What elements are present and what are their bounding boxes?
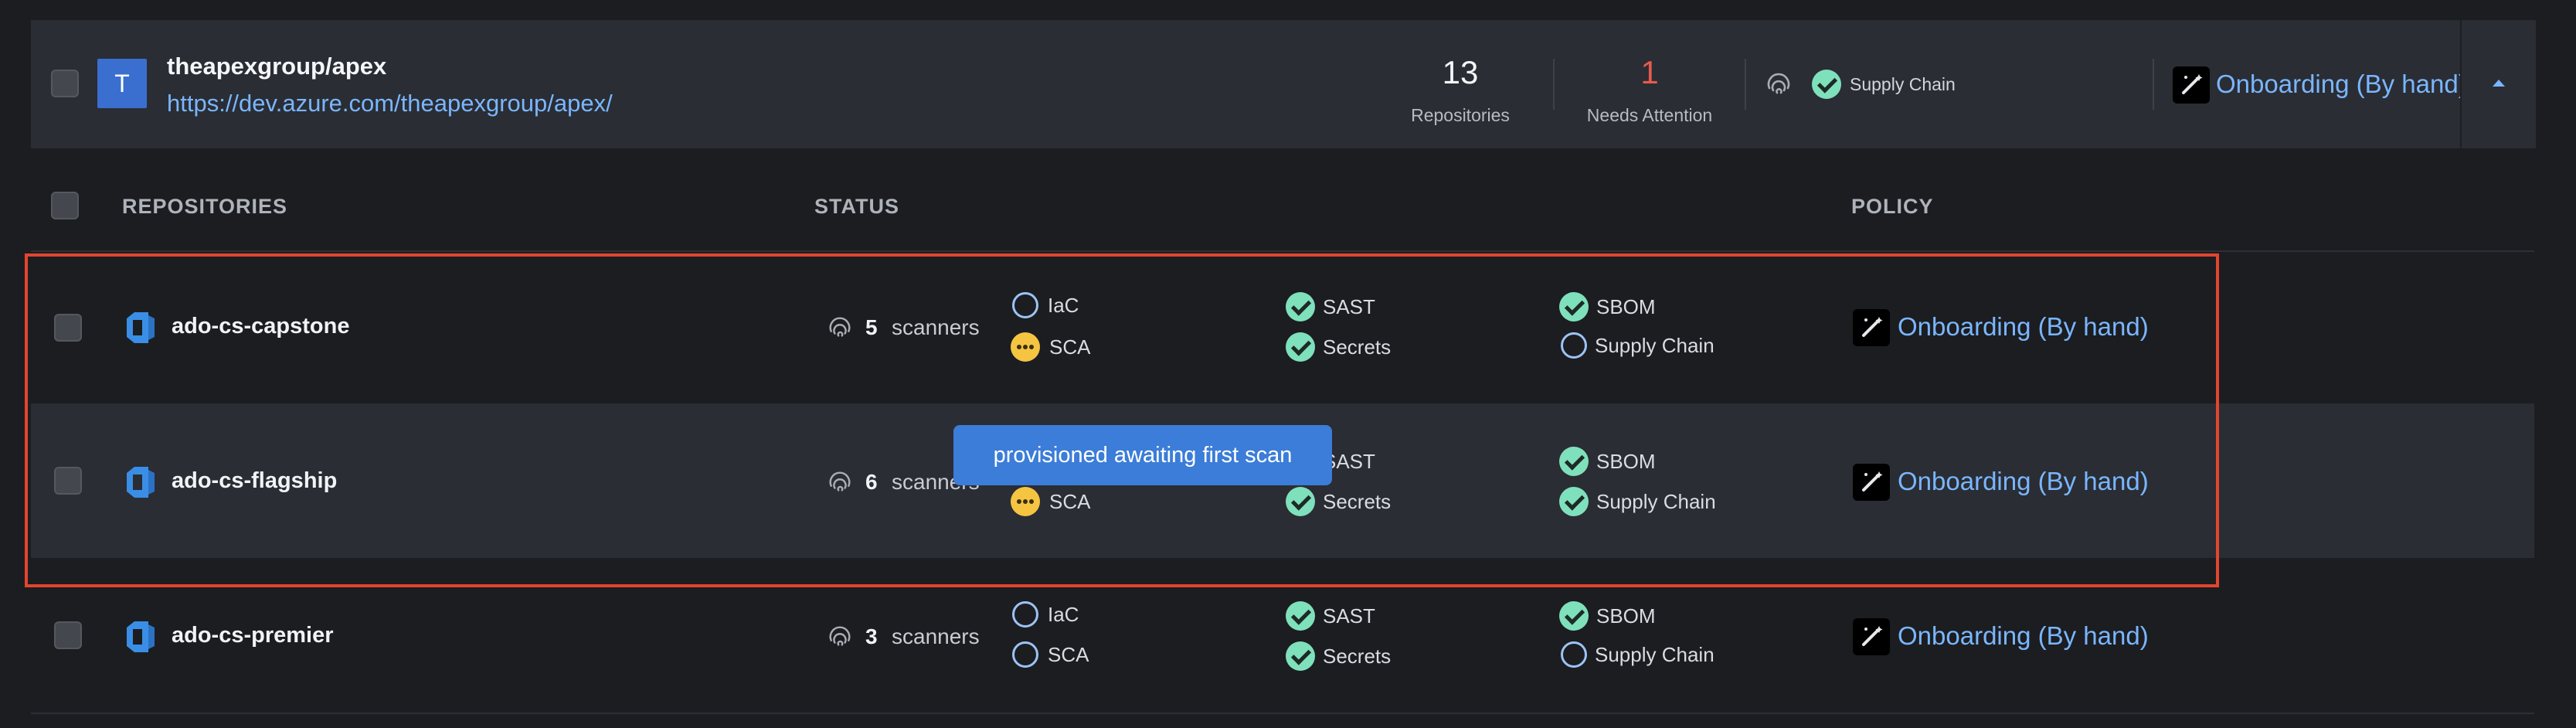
policy-wand-icon xyxy=(2173,66,2210,104)
stat-divider xyxy=(1553,59,1555,110)
group-name: theapexgroup/apex xyxy=(167,53,387,80)
group-scanner-label: Supply Chain xyxy=(1850,74,1956,94)
group-header xyxy=(31,20,2534,148)
fingerprint-icon xyxy=(829,626,851,646)
select-all-checkbox[interactable] xyxy=(51,192,79,219)
scanner-label: IaC xyxy=(1048,603,1079,626)
sast-check-icon xyxy=(1286,601,1315,631)
group-avatar: T xyxy=(97,59,147,108)
column-header-status[interactable]: STATUS xyxy=(814,195,899,219)
status-tooltip: provisioned awaiting first scan xyxy=(953,425,1332,485)
repository-name[interactable]: ado-cs-premier xyxy=(172,623,334,648)
needs-attention-count: 1 xyxy=(1640,54,1659,90)
sca-off-icon xyxy=(1012,641,1038,668)
scanner-label: Secrets xyxy=(1323,645,1392,668)
group-select-checkbox[interactable] xyxy=(51,70,79,97)
scanner-count: 3 xyxy=(865,624,878,648)
column-header-repositories[interactable]: REPOSITORIES xyxy=(122,195,287,219)
scanner-label: Supply Chain xyxy=(1595,643,1715,666)
supply-chain-check-icon xyxy=(1812,70,1841,99)
fingerprint-icon xyxy=(1767,73,1790,94)
row-checkbox[interactable] xyxy=(54,621,82,649)
scanner-label: SAST xyxy=(1323,604,1375,628)
group-policy-link[interactable]: Onboarding (By hand) xyxy=(2216,70,2467,99)
collapse-toggle[interactable] xyxy=(2460,20,2536,148)
row-divider xyxy=(31,713,2534,714)
needs-attention-label: Needs Attention xyxy=(1586,105,1713,125)
stat-divider xyxy=(1745,59,1746,110)
highlight-box xyxy=(25,253,2219,587)
repositories-count: 13 xyxy=(1442,54,1479,90)
scanner-label: SCA xyxy=(1048,643,1089,666)
repositories-label: Repositories xyxy=(1411,105,1510,125)
policy-wand-icon xyxy=(1853,618,1890,655)
group-url-link[interactable]: https://dev.azure.com/theapexgroup/apex/ xyxy=(167,90,613,117)
secrets-check-icon xyxy=(1286,641,1315,671)
column-header-policy[interactable]: POLICY xyxy=(1851,195,1934,219)
supply-chain-off-icon xyxy=(1561,641,1587,668)
azure-repos-icon xyxy=(127,621,155,652)
iac-off-icon xyxy=(1012,601,1038,628)
stat-divider xyxy=(2153,59,2154,110)
caret-up-icon xyxy=(2493,80,2505,87)
policy-link[interactable]: Onboarding (By hand) xyxy=(1898,621,2149,651)
scanner-label: SBOM xyxy=(1596,604,1656,628)
scanners-label: scanners xyxy=(892,624,980,648)
sbom-check-icon xyxy=(1559,601,1589,631)
